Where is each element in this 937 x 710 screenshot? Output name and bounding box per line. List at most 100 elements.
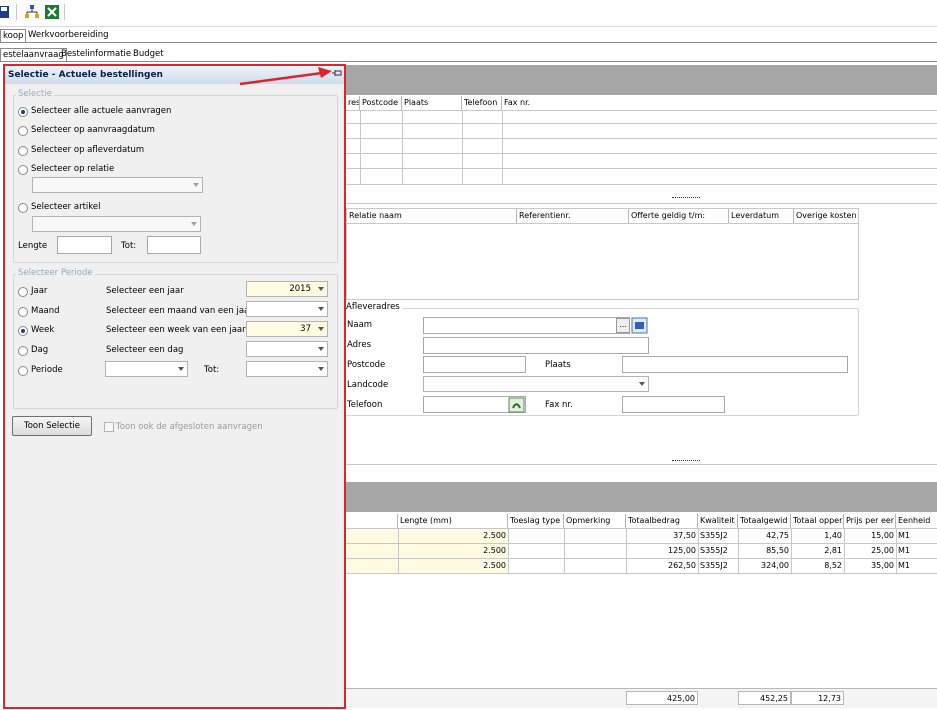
eenheid-cell[interactable]: M1: [896, 529, 937, 543]
totaalbedrag-cell[interactable]: 125,00: [626, 544, 698, 558]
radio-label[interactable]: Maand: [31, 306, 60, 316]
column-header[interactable]: Totaal opper: [791, 514, 844, 528]
radio-dag[interactable]: [18, 346, 28, 356]
column-header[interactable]: Plaats: [402, 96, 462, 110]
tab-koop[interactable]: koop: [0, 29, 27, 43]
kwaliteit-cell[interactable]: S355J2: [698, 529, 738, 543]
splitter-grip[interactable]: [672, 197, 700, 199]
column-header[interactable]: Opmerking: [564, 514, 626, 528]
lower-grid: Lengte (mm) Toeslag type Opmerking Totaa…: [346, 513, 937, 574]
relatie-select[interactable]: [32, 177, 203, 193]
column-header[interactable]: Lengte (mm): [398, 514, 508, 528]
column-header[interactable]: Fax nr.: [502, 96, 582, 110]
artikel-select[interactable]: [32, 216, 201, 232]
save-icon[interactable]: [0, 4, 10, 20]
radio-label[interactable]: Selecteer artikel: [31, 202, 101, 212]
tab-werkvoorbereiding[interactable]: Werkvoorbereiding: [26, 29, 111, 43]
periode-tot-select[interactable]: [246, 361, 328, 377]
total-oppervlakte: 12,73: [791, 691, 844, 705]
radio-artikel[interactable]: [18, 203, 28, 213]
radio-label[interactable]: Selecteer alle actuele aanvragen: [31, 106, 171, 116]
radio-maand[interactable]: [18, 307, 28, 317]
address-book-icon[interactable]: [631, 317, 648, 334]
lengte-cell[interactable]: 2.500: [398, 544, 508, 558]
radio-jaar[interactable]: [18, 287, 28, 297]
radio-periode[interactable]: [18, 366, 28, 376]
eenheid-cell[interactable]: M1: [896, 559, 937, 573]
column-header[interactable]: Leverdatum: [729, 209, 794, 223]
column-header[interactable]: Referentienr.: [517, 209, 629, 223]
tree-icon[interactable]: [24, 4, 40, 20]
column-header[interactable]: Eenheid: [896, 514, 937, 528]
gewicht-cell[interactable]: 42,75: [738, 529, 791, 543]
week-select[interactable]: 37: [246, 321, 328, 337]
dag-select[interactable]: [246, 341, 328, 357]
naam-browse-button[interactable]: ...: [616, 318, 630, 333]
phone-icon[interactable]: [508, 397, 525, 413]
column-header[interactable]: Kwaliteit: [698, 514, 738, 528]
column-header[interactable]: Relatie naam: [347, 209, 517, 223]
radio-label[interactable]: Selecteer op afleverdatum: [31, 145, 144, 155]
eenheid-cell[interactable]: M1: [896, 544, 937, 558]
postcode-input[interactable]: [423, 356, 526, 373]
fax-label: Fax nr.: [545, 400, 573, 410]
excel-icon[interactable]: [44, 4, 60, 20]
afgesloten-label[interactable]: Toon ook de afgesloten aanvragen: [116, 422, 263, 432]
oppervlakte-cell[interactable]: 2,81: [791, 544, 844, 558]
gewicht-cell[interactable]: 85,50: [738, 544, 791, 558]
radio-label[interactable]: Week: [31, 325, 54, 335]
column-header[interactable]: Telefoon: [462, 96, 502, 110]
table-row[interactable]: [346, 559, 398, 573]
column-header[interactable]: Totaalgewid: [738, 514, 791, 528]
totaalbedrag-cell[interactable]: 262,50: [626, 559, 698, 573]
landcode-label: Landcode: [347, 380, 389, 390]
toon-selectie-button[interactable]: Toon Selectie: [12, 416, 92, 436]
radio-label[interactable]: Periode: [31, 365, 63, 375]
oppervlakte-cell[interactable]: 1,40: [791, 529, 844, 543]
radio-aanvraagdatum[interactable]: [18, 126, 28, 136]
radio-label[interactable]: Selecteer op relatie: [31, 164, 114, 174]
landcode-select[interactable]: [423, 376, 649, 392]
prijs-cell[interactable]: 25,00: [844, 544, 896, 558]
column-header[interactable]: Totaalbedrag: [626, 514, 698, 528]
tab-budget[interactable]: Budget: [131, 48, 166, 62]
totaalbedrag-cell[interactable]: 37,50: [626, 529, 698, 543]
jaar-select[interactable]: 2015: [246, 281, 328, 297]
table-row[interactable]: [346, 529, 398, 543]
column-header[interactable]: Toeslag type: [508, 514, 564, 528]
gewicht-cell[interactable]: 324,00: [738, 559, 791, 573]
naam-input[interactable]: [423, 317, 630, 334]
kwaliteit-cell[interactable]: S355J2: [698, 544, 738, 558]
tab-bestelinformatie[interactable]: Bestelinformatie: [59, 48, 133, 62]
adres-input[interactable]: [423, 337, 649, 354]
table-row[interactable]: [346, 544, 398, 558]
radio-week[interactable]: [18, 326, 28, 336]
fax-input[interactable]: [622, 396, 725, 413]
lengte-cell[interactable]: 2.500: [398, 559, 508, 573]
plaats-input[interactable]: [622, 356, 848, 373]
radio-alle-aanvragen[interactable]: [18, 107, 28, 117]
maand-select[interactable]: [246, 301, 328, 317]
prijs-cell[interactable]: 35,00: [844, 559, 896, 573]
radio-label[interactable]: Selecteer op aanvraagdatum: [31, 125, 155, 135]
kwaliteit-cell[interactable]: S355J2: [698, 559, 738, 573]
lengte-cell[interactable]: 2.500: [398, 529, 508, 543]
tab-bestelaanvraag[interactable]: estelaanvraag: [0, 48, 67, 62]
column-header[interactable]: Postcode: [360, 96, 402, 110]
column-header[interactable]: Prijs per eer: [844, 514, 896, 528]
lengte-tot-input[interactable]: [147, 236, 201, 254]
lengte-input[interactable]: [57, 236, 112, 254]
column-header[interactable]: Overige kosten: [794, 209, 858, 223]
prijs-cell[interactable]: 15,00: [844, 529, 896, 543]
column-header[interactable]: res: [346, 96, 360, 110]
radio-relatie[interactable]: [18, 165, 28, 175]
periode-group-title: Selecteer Periode: [16, 268, 95, 278]
radio-label[interactable]: Jaar: [31, 286, 47, 296]
afgesloten-checkbox[interactable]: [104, 422, 114, 432]
oppervlakte-cell[interactable]: 8,52: [791, 559, 844, 573]
radio-label[interactable]: Dag: [31, 345, 48, 355]
splitter-grip[interactable]: [672, 460, 700, 462]
column-header[interactable]: Offerte geldig t/m:: [629, 209, 729, 223]
periode-van-select[interactable]: [105, 361, 188, 377]
radio-afleverdatum[interactable]: [18, 146, 28, 156]
